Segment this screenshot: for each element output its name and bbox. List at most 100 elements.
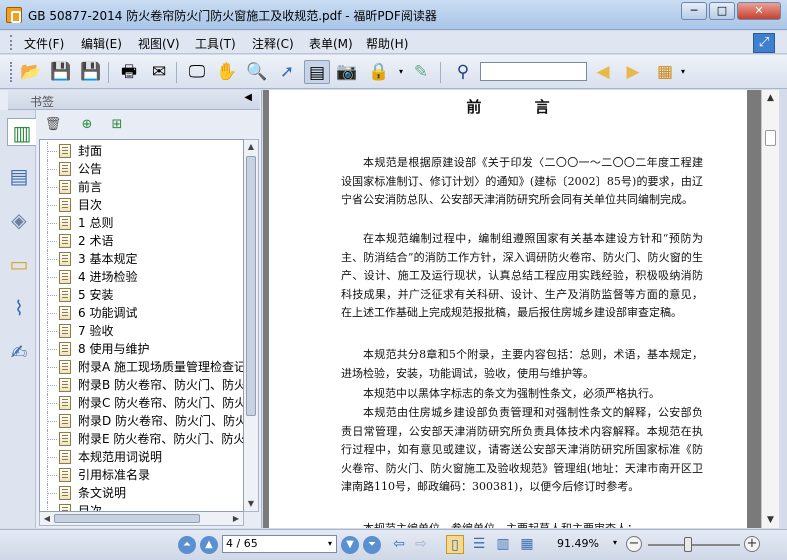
zoom-out-icon[interactable]: − xyxy=(626,536,642,552)
scroll-left-icon[interactable]: ◀ xyxy=(40,512,54,525)
menu-view[interactable]: 视图(V) xyxy=(138,35,180,52)
bookmark-vscrollbar[interactable]: ▲ ▼ xyxy=(244,139,259,512)
bookmark-label: 5 安装 xyxy=(78,288,114,302)
bookmark-hscrollbar[interactable]: ◀ ▶ xyxy=(39,512,244,526)
bookmark-label: 本规范用词说明 xyxy=(78,450,163,464)
save-icon[interactable]: 💾 xyxy=(48,60,74,84)
add-bookmark-icon[interactable]: ⊕ xyxy=(78,116,96,134)
zoom-level[interactable]: 91.49% xyxy=(557,537,599,550)
tree-connector xyxy=(47,376,57,394)
bookmark-label: 4 进场检验 xyxy=(78,270,138,284)
highlight-icon[interactable]: ▦ xyxy=(652,60,678,84)
menu-file[interactable]: 文件(F) xyxy=(24,35,64,52)
select-arrow-icon[interactable]: ➚ xyxy=(274,60,300,84)
menu-form[interactable]: 表单(M) xyxy=(309,35,353,52)
collapse-panel-icon[interactable]: ◀ xyxy=(244,92,252,103)
bookmark-page-icon xyxy=(59,216,71,230)
screen-icon[interactable]: 🖵 xyxy=(184,60,210,84)
page-number-field[interactable]: 4 / 65 ▾ xyxy=(222,535,337,553)
open-folder-icon[interactable]: 📂 xyxy=(18,60,44,84)
pages-tab-icon[interactable]: ▤ xyxy=(7,162,31,190)
paragraph: 本规范中以黑体字标志的条文为强制性条文，必须严格执行。 xyxy=(363,387,660,400)
bookmark-page-icon xyxy=(59,468,71,482)
document-view[interactable]: 前 言 本规范是根据原建设部《关于印发〈二〇〇一～二〇〇二年度工程建设国家标准制… xyxy=(263,90,761,528)
bookmark-label: 附录B 防火卷帘、防火门、防火窗 xyxy=(78,378,244,392)
find-prev-icon[interactable]: ◀ xyxy=(590,60,616,84)
text-select-icon[interactable]: ▤ xyxy=(304,60,330,84)
bookmark-label: 附录E 防火卷帘、防火门、防火窗 xyxy=(78,432,244,446)
continuous-page-icon[interactable]: ☰ xyxy=(470,535,488,554)
next-page-icon[interactable]: ▼ xyxy=(341,536,359,554)
facing-pages-icon[interactable]: ▥ xyxy=(494,535,512,554)
bookmark-label: 附录C 防火卷帘、防火门、防火窗 xyxy=(78,396,244,410)
chevron-down-icon[interactable]: ▾ xyxy=(324,536,336,552)
scroll-up-icon[interactable]: ▲ xyxy=(244,140,258,154)
email-icon[interactable]: ✉ xyxy=(146,60,172,84)
maximize-button[interactable]: □ xyxy=(709,2,735,20)
scroll-thumb[interactable] xyxy=(765,130,776,146)
search-input[interactable] xyxy=(480,62,587,81)
single-page-icon[interactable]: ▯ xyxy=(446,535,464,554)
zoom-in-icon[interactable]: + xyxy=(744,536,760,552)
scroll-up-icon[interactable]: ▲ xyxy=(762,90,779,106)
back-arrow-icon[interactable]: ⇦ xyxy=(390,535,408,554)
menu-tools[interactable]: 工具(T) xyxy=(195,35,236,52)
document-vscrollbar[interactable]: ▲ ▼ xyxy=(761,90,779,528)
page-number-value: 4 / 65 xyxy=(226,537,258,550)
stamp-icon[interactable]: ✎ xyxy=(408,60,434,84)
chevron-down-icon[interactable]: ▾ xyxy=(613,538,617,547)
fullscreen-icon[interactable]: ⤢ xyxy=(753,33,775,53)
bookmark-label: 条文说明 xyxy=(78,486,127,500)
tree-connector xyxy=(47,268,57,286)
rms-icon[interactable]: 🔒 xyxy=(366,60,392,84)
save-as-icon[interactable]: 💾 xyxy=(78,60,104,84)
bookmark-label: 7 验收 xyxy=(78,324,114,338)
bookmark-label: 6 功能调试 xyxy=(78,306,138,320)
signatures-tab-icon[interactable]: ✍ xyxy=(7,338,31,366)
toolbar-grip[interactable] xyxy=(10,62,13,82)
menu-comment[interactable]: 注释(C) xyxy=(252,35,294,52)
forward-arrow-icon[interactable]: ⇨ xyxy=(412,535,430,554)
hand-icon[interactable]: ✋ xyxy=(214,60,240,84)
menu-help[interactable]: 帮助(H) xyxy=(366,35,408,52)
add-child-bookmark-icon[interactable]: ⊞ xyxy=(108,116,126,134)
bookmark-label: 封面 xyxy=(78,144,103,158)
menu-edit[interactable]: 编辑(E) xyxy=(81,35,122,52)
scroll-right-icon[interactable]: ▶ xyxy=(229,512,243,525)
binoculars-icon[interactable]: ⚲ xyxy=(450,60,476,84)
tree-connector xyxy=(47,142,57,160)
print-icon[interactable]: 🖶 xyxy=(116,60,142,84)
tree-connector xyxy=(47,466,57,484)
first-page-icon[interactable]: ⏶ xyxy=(178,536,196,554)
scroll-down-icon[interactable]: ▼ xyxy=(244,497,258,511)
continuous-facing-icon[interactable]: ▦ xyxy=(518,535,536,554)
close-button[interactable]: ✕ xyxy=(737,2,781,20)
prev-page-icon[interactable]: ▲ xyxy=(200,536,218,554)
delete-bookmark-icon[interactable]: 🗑 xyxy=(44,116,62,134)
tree-connector xyxy=(47,358,57,376)
chevron-down-icon[interactable]: ▾ xyxy=(396,60,406,84)
minimize-button[interactable]: ─ xyxy=(681,2,707,20)
scroll-down-icon[interactable]: ▼ xyxy=(762,512,779,528)
layers-tab-icon[interactable]: ◈ xyxy=(7,206,31,234)
bookmarks-tab-icon[interactable]: ▥ xyxy=(7,118,36,146)
scroll-thumb[interactable] xyxy=(54,514,200,523)
last-page-icon[interactable]: ⏷ xyxy=(363,536,381,554)
bookmark-page-icon xyxy=(59,414,71,428)
bookmark-page-icon xyxy=(59,324,71,338)
tree-connector xyxy=(47,286,57,304)
zoom-slider-track[interactable] xyxy=(648,544,740,546)
chevron-down-icon[interactable]: ▾ xyxy=(678,60,688,84)
find-next-icon[interactable]: ▶ xyxy=(620,60,646,84)
bookmark-page-icon xyxy=(59,306,71,320)
menu-grip[interactable] xyxy=(10,35,13,50)
separator xyxy=(176,62,177,83)
snapshot-icon[interactable]: 📷 xyxy=(334,60,360,84)
attachments-tab-icon[interactable]: ⌇ xyxy=(7,294,31,322)
scroll-thumb[interactable] xyxy=(246,156,256,416)
zoom-slider-thumb[interactable] xyxy=(684,537,692,552)
zoom-icon[interactable]: 🔍 xyxy=(244,60,270,84)
bookmark-label: 前言 xyxy=(78,180,103,194)
pdf-page[interactable]: 前 言 本规范是根据原建设部《关于印发〈二〇〇一～二〇〇二年度工程建设国家标准制… xyxy=(269,90,747,528)
comments-tab-icon[interactable]: ▭ xyxy=(7,250,31,278)
